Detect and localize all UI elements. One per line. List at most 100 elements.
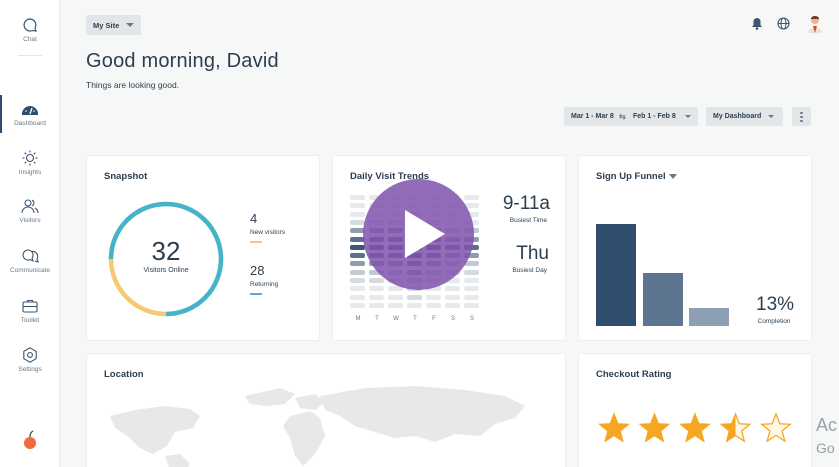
- chevron-down-icon[interactable]: [669, 174, 677, 179]
- day-label: M: [355, 316, 361, 322]
- visitors-online-count: 32: [151, 236, 181, 266]
- heatmap-cell: [407, 302, 422, 308]
- heatmap-cell: [426, 294, 441, 300]
- sidebar-item-insights[interactable]: Insights: [0, 150, 60, 176]
- busiest-time-value: 9-11a: [502, 193, 550, 214]
- new-visitors-count: 4: [250, 211, 258, 226]
- sidebar-item-label: Chat: [23, 36, 37, 43]
- funnel-bar-step-1: [596, 224, 636, 326]
- activate-line-1: Ac: [816, 415, 838, 435]
- bell-icon[interactable]: [751, 17, 763, 30]
- dashboard-select-label: My Dashboard: [713, 113, 762, 120]
- heatmap-cell: [350, 203, 365, 209]
- heatmap-cell: [350, 269, 365, 275]
- funnel-bar-step-3: [689, 308, 729, 326]
- heatmap-cell: [369, 294, 384, 300]
- heatmap-cell: [369, 302, 384, 308]
- new-visitors-swatch: [250, 241, 262, 243]
- heatmap-cell: [464, 269, 479, 275]
- sidebar-item-dashboard[interactable]: Dashboard: [0, 95, 60, 133]
- play-video-button[interactable]: [363, 179, 474, 290]
- chevron-down-icon: [685, 115, 691, 118]
- star-icon: [598, 412, 630, 443]
- heatmap-cell: [350, 211, 365, 217]
- insights-icon: [22, 150, 38, 166]
- heatmap-cell: [350, 261, 365, 267]
- sidebar-item-label: Insights: [18, 169, 42, 176]
- card-title: Sign Up Funnel: [596, 171, 666, 182]
- heatmap-cell: [350, 219, 365, 225]
- site-select[interactable]: My Site: [86, 15, 141, 35]
- returning-swatch: [250, 293, 262, 295]
- busiest-day-label: Busiest Day: [512, 267, 547, 274]
- heatmap-cell: [350, 253, 365, 259]
- globe-icon[interactable]: [777, 17, 790, 30]
- day-label: T: [413, 316, 417, 322]
- heatmap-cell: [464, 278, 479, 283]
- avatar[interactable]: [806, 14, 824, 34]
- day-label: W: [393, 316, 399, 322]
- chevron-down-icon: [126, 23, 134, 27]
- sidebar: Chat Dashboard Insights Visitors Communi…: [0, 0, 60, 467]
- heatmap-cell: [445, 302, 460, 308]
- heatmap-cell: [369, 286, 384, 292]
- sidebar-item-label: Visitors: [19, 217, 41, 224]
- toolkit-icon: [22, 299, 38, 313]
- sidebar-item-settings[interactable]: Settings: [0, 347, 60, 373]
- returning-count: 28: [250, 263, 265, 278]
- sidebar-item-label: Settings: [18, 366, 42, 373]
- swap-icon: ⇆: [619, 112, 626, 121]
- sidebar-item-communicate[interactable]: Communicate: [0, 248, 60, 274]
- heatmap-cell: [350, 244, 365, 250]
- heatmap-cell: [464, 195, 479, 200]
- location-card: Location: [87, 354, 565, 467]
- heatmap-cell: [369, 278, 384, 283]
- brand-logo: [24, 430, 36, 449]
- sidebar-item-label: Toolkit: [20, 317, 40, 324]
- heatmap-cell: [350, 302, 365, 308]
- date-range-current: Mar 1 - Mar 8: [571, 113, 614, 120]
- completion-label: Completion: [757, 318, 791, 325]
- visitors-online-label: Visitors Online: [143, 267, 189, 274]
- sidebar-item-visitors[interactable]: Visitors: [0, 198, 60, 224]
- completion-value: 13%: [756, 294, 795, 315]
- heatmap-cell: [445, 294, 460, 300]
- dashboard-select[interactable]: My Dashboard: [706, 107, 783, 126]
- heatmap-cell: [464, 302, 479, 308]
- day-label: F: [432, 316, 436, 322]
- activate-line-2: Go: [816, 440, 835, 456]
- sidebar-item-chat[interactable]: Chat: [0, 17, 60, 43]
- communicate-icon: [22, 249, 39, 263]
- sidebar-item-toolkit[interactable]: Toolkit: [0, 298, 60, 324]
- sign-up-funnel-card: Sign Up Funnel 13% Completion: [579, 156, 811, 340]
- checkout-rating-card: Checkout Rating: [579, 354, 811, 467]
- star-icon: [638, 412, 671, 443]
- chevron-down-icon: [768, 115, 774, 118]
- returning-label: Returning: [250, 281, 279, 288]
- heatmap-cell: [464, 286, 479, 292]
- star-icon: [679, 412, 711, 443]
- date-range-select[interactable]: Mar 1 - Mar 8 ⇆ Feb 1 - Feb 8: [564, 107, 698, 126]
- sidebar-divider: [18, 55, 42, 56]
- busiest-time-label: Busiest Time: [509, 217, 547, 224]
- heatmap-cell: [464, 294, 479, 300]
- heatmap-cell: [350, 195, 365, 200]
- site-select-label: My Site: [93, 21, 120, 30]
- settings-icon: [23, 347, 37, 363]
- heatmap-cell: [350, 278, 365, 283]
- heatmap-cell: [407, 294, 422, 300]
- heatmap-cell: [350, 294, 365, 300]
- card-title: Checkout Rating: [596, 369, 672, 380]
- more-options-button[interactable]: [792, 107, 811, 126]
- card-title: Snapshot: [104, 171, 148, 182]
- sidebar-item-label: Communicate: [9, 267, 51, 274]
- funnel-bar-step-2: [643, 273, 683, 326]
- day-label: T: [375, 316, 379, 322]
- page-subtitle: Things are looking good.: [86, 80, 180, 90]
- dashboard-icon: [22, 106, 38, 115]
- day-label: S: [450, 316, 455, 322]
- visitors-icon: [21, 199, 39, 214]
- heatmap-cell: [388, 294, 403, 300]
- heatmap-cell: [445, 286, 460, 292]
- star-rating: [598, 412, 792, 443]
